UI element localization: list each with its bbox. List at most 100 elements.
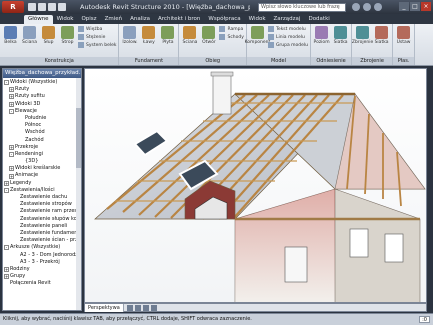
ribbon-tool-button[interactable]: Ławy bbox=[140, 26, 157, 56]
tree-node[interactable]: + Rzuty sufitu bbox=[4, 93, 81, 100]
ribbon-tab[interactable]: Współpraca bbox=[204, 15, 244, 24]
3d-viewport[interactable] bbox=[84, 68, 427, 303]
ribbon-tool-button[interactable]: Ściana bbox=[181, 26, 198, 56]
visual-style-icon[interactable] bbox=[126, 304, 133, 311]
ribbon-tool-button[interactable]: Otwór bbox=[200, 26, 217, 56]
tree-node[interactable]: + Przekroje bbox=[4, 144, 81, 151]
expand-icon[interactable]: + bbox=[9, 101, 14, 107]
tree-node[interactable]: + Rodziny bbox=[4, 266, 81, 273]
ribbon-tool-button[interactable]: Płyta bbox=[159, 26, 176, 56]
collapse-icon[interactable]: - bbox=[9, 151, 14, 157]
collapse-icon[interactable]: - bbox=[4, 80, 9, 86]
expand-icon[interactable]: + bbox=[9, 87, 14, 93]
save-icon[interactable] bbox=[38, 3, 46, 11]
expand-icon[interactable]: + bbox=[9, 144, 14, 150]
ribbon-tab[interactable]: Widok bbox=[53, 15, 78, 24]
tree-node[interactable]: Południe bbox=[4, 115, 81, 122]
tree-node[interactable]: + Widoki kreślarskie bbox=[4, 165, 81, 172]
minimize-button[interactable]: _ bbox=[399, 2, 409, 11]
collapse-icon[interactable]: - bbox=[9, 108, 14, 114]
redo-icon[interactable] bbox=[58, 3, 66, 11]
crop-icon[interactable] bbox=[142, 304, 149, 311]
tree-node[interactable]: Wschód bbox=[4, 129, 81, 136]
maximize-button[interactable]: □ bbox=[410, 2, 420, 11]
star-icon[interactable] bbox=[363, 3, 371, 11]
tree-node[interactable]: Zestawienie stropów bbox=[4, 201, 81, 208]
expand-icon[interactable]: + bbox=[4, 180, 9, 186]
tree-node[interactable]: + Rzuty bbox=[4, 86, 81, 93]
ribbon-tab[interactable]: Widok bbox=[245, 15, 270, 24]
binoculars-icon[interactable] bbox=[352, 3, 360, 11]
ribbon-tool-button[interactable]: Słup bbox=[40, 26, 57, 56]
tree-node[interactable]: + Grupy bbox=[4, 273, 81, 280]
tree-node[interactable]: - Arkusze (Wszystkie) bbox=[4, 244, 81, 251]
tool-label: Ustaw bbox=[396, 40, 411, 45]
browser-scrollbar[interactable] bbox=[76, 78, 81, 310]
tree-node-label: Grupy bbox=[10, 273, 26, 280]
ribbon-tool-button[interactable]: Zbrojenie bbox=[352, 26, 373, 56]
small-tool-button[interactable]: Więźba bbox=[78, 26, 116, 32]
small-tool-button[interactable]: Stężenie bbox=[78, 34, 116, 40]
small-tool-button[interactable]: System belek bbox=[78, 42, 116, 48]
small-tool-button[interactable]: Linia modelu bbox=[267, 34, 308, 40]
tree-node[interactable]: - Elewacje bbox=[4, 108, 81, 115]
tree-node[interactable]: Zestawienie słupów konstr bbox=[4, 216, 81, 223]
ribbon-tool-button[interactable]: Strop bbox=[59, 26, 76, 56]
ribbon-tab[interactable]: Zmień bbox=[101, 15, 127, 24]
ribbon-tab[interactable]: Dodatki bbox=[304, 15, 333, 24]
ribbon-tab[interactable]: Analiza bbox=[126, 15, 154, 24]
collapse-icon[interactable]: - bbox=[4, 187, 9, 193]
shadows-icon[interactable] bbox=[134, 304, 141, 311]
tree-node[interactable]: + Animacje bbox=[4, 172, 81, 179]
small-tool-button[interactable]: Tekst modelu bbox=[267, 26, 308, 32]
close-button[interactable]: × bbox=[421, 2, 431, 11]
tree-node[interactable]: Zestawienie paneli bbox=[4, 223, 81, 230]
tree-node[interactable]: - Widoki (Wszystkie) bbox=[4, 79, 81, 86]
ribbon-tab[interactable]: Architekt i bron bbox=[154, 15, 204, 24]
expand-icon[interactable]: + bbox=[4, 266, 9, 272]
expand-icon[interactable]: + bbox=[9, 173, 14, 179]
hide-isolate-icon[interactable] bbox=[150, 304, 157, 311]
tree-node[interactable]: + Widoki 3D bbox=[4, 101, 81, 108]
ribbon-tool-button[interactable]: Ustaw bbox=[395, 26, 412, 56]
small-tool-button[interactable]: Grupa modelu bbox=[267, 42, 308, 48]
expand-icon[interactable]: + bbox=[4, 274, 9, 280]
tree-node[interactable]: Połączenia Revit bbox=[4, 280, 81, 287]
ribbon-tool-button[interactable]: Ściana bbox=[21, 26, 38, 56]
application-menu-button[interactable]: R bbox=[2, 1, 24, 13]
search-input[interactable]: Wpisz słowo kluczowe lub frazę bbox=[258, 2, 346, 12]
leaf-spacer bbox=[19, 116, 24, 121]
small-tool-button[interactable]: Rampa bbox=[219, 26, 243, 32]
tree-node[interactable]: A2 - 3 - Dom Jednorodzinny bbox=[4, 252, 81, 259]
tool-label: Belka bbox=[4, 40, 17, 45]
scrollbar-thumb[interactable] bbox=[76, 108, 81, 168]
ribbon-tool-button[interactable]: Komponent bbox=[245, 26, 270, 56]
view-control-bar: Perspektywa bbox=[84, 303, 427, 312]
small-tool-button[interactable]: Schody bbox=[219, 34, 244, 40]
ribbon-tool-button[interactable]: Poziom bbox=[313, 26, 330, 56]
tree-node[interactable]: + Legendy bbox=[4, 180, 81, 187]
expand-icon[interactable]: + bbox=[9, 94, 14, 100]
tool-label: Siatka bbox=[374, 40, 389, 45]
tree-node[interactable]: Zestawienie ram przestrz bbox=[4, 208, 81, 215]
tree-node[interactable]: - Rendeningi bbox=[4, 151, 81, 158]
undo-icon[interactable] bbox=[48, 3, 56, 11]
open-icon[interactable] bbox=[28, 3, 36, 11]
tree-node[interactable]: - Zestawienia/Ilości bbox=[4, 187, 81, 194]
ribbon-tool-button[interactable]: Siatka bbox=[373, 26, 390, 56]
filter-indicator[interactable]: :0 bbox=[419, 316, 430, 323]
tool-icon bbox=[250, 26, 264, 39]
ribbon-tool-button[interactable]: Belka bbox=[2, 26, 19, 56]
collapse-icon[interactable]: - bbox=[4, 245, 9, 251]
tree-node[interactable]: Zestawienie ścian - przekr bbox=[4, 237, 81, 244]
ribbon-tool-button[interactable]: Siatka bbox=[332, 26, 349, 56]
ribbon-tab[interactable]: Zarządzaj bbox=[270, 15, 305, 24]
expand-icon[interactable]: + bbox=[9, 166, 14, 172]
ribbon-tool-button[interactable]: Izolow. bbox=[121, 26, 138, 56]
ribbon-tab[interactable]: Główne bbox=[24, 15, 53, 24]
ribbon-tab[interactable]: Opisz bbox=[77, 15, 100, 24]
tree-node[interactable]: Zachód bbox=[4, 137, 81, 144]
help-icon[interactable] bbox=[374, 3, 382, 11]
leaf-spacer bbox=[14, 224, 19, 229]
tree-node[interactable]: A3 - 3 - Przekrój bbox=[4, 259, 81, 266]
